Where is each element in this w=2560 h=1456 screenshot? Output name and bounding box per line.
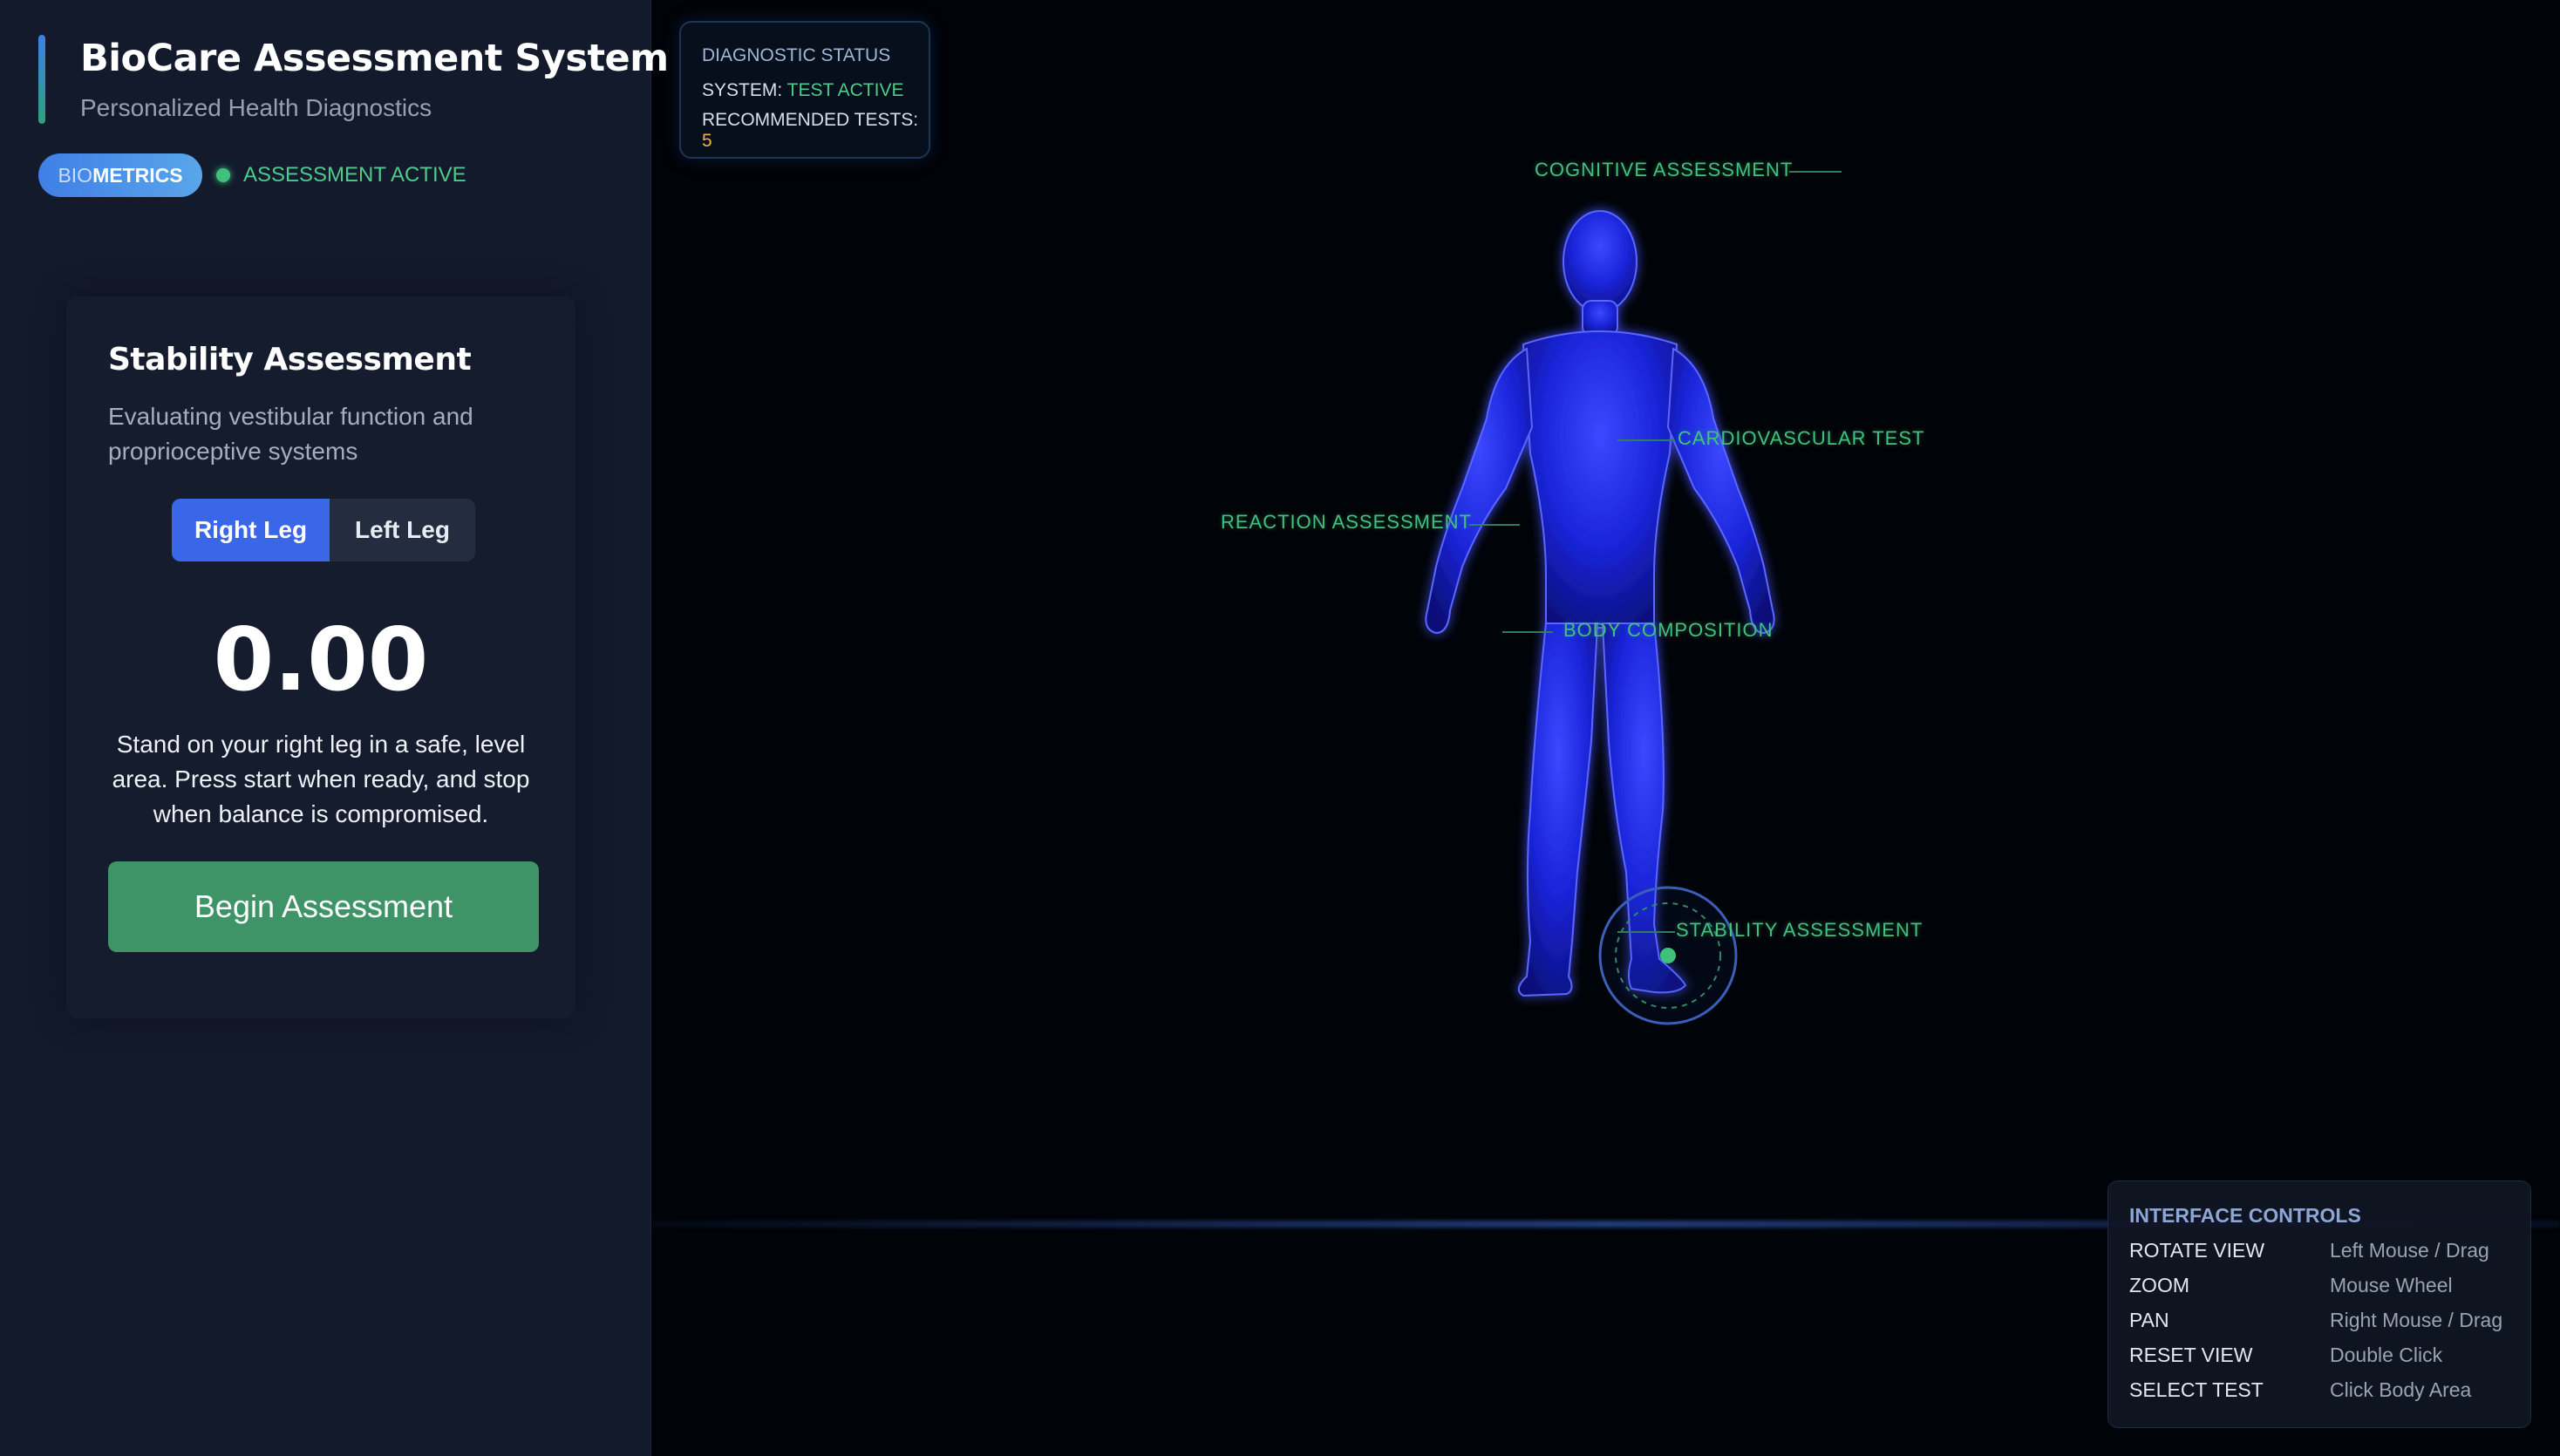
card-title: Stability Assessment bbox=[108, 342, 472, 378]
control-action: PAN bbox=[2129, 1309, 2169, 1331]
badge-main: METRICS bbox=[92, 163, 183, 187]
timer-display: 0.00 bbox=[213, 609, 429, 711]
annotation-line-cognitive bbox=[1789, 171, 1842, 173]
app-title: BioCare Assessment System bbox=[80, 37, 669, 80]
annotation-reaction[interactable]: REACTION ASSESSMENT bbox=[1221, 511, 1472, 534]
annotation-line-cardio bbox=[1617, 439, 1675, 441]
annotation-line-body bbox=[1502, 631, 1553, 633]
control-action: ROTATE VIEW bbox=[2129, 1239, 2265, 1262]
biometrics-badge[interactable]: BIO METRICS bbox=[38, 153, 202, 197]
3d-viewport[interactable]: DIAGNOSTIC STATUS SYSTEM: TEST ACTIVE RE… bbox=[651, 0, 2560, 1456]
sidebar: BioCare Assessment System Personalized H… bbox=[0, 0, 669, 1456]
status-dot-icon bbox=[216, 168, 230, 182]
torso bbox=[1522, 330, 1678, 629]
annotation-cardio[interactable]: CARDIOVASCULAR TEST bbox=[1678, 427, 1924, 450]
left-leg-button[interactable]: Left Leg bbox=[330, 499, 475, 561]
left-leg bbox=[1517, 623, 1599, 997]
control-action: ZOOM bbox=[2129, 1274, 2189, 1296]
annotation-stability[interactable]: STABILITY ASSESSMENT bbox=[1676, 919, 1923, 942]
controls-title: INTERFACE CONTROLS bbox=[2129, 1204, 2361, 1227]
right-arm bbox=[1666, 347, 1775, 635]
stability-marker-dot bbox=[1660, 948, 1676, 963]
interface-controls-panel: INTERFACE CONTROLS ROTATE VIEW Left Mous… bbox=[2107, 1180, 2531, 1428]
assessment-status: ASSESSMENT ACTIVE bbox=[243, 163, 466, 187]
control-action: SELECT TEST bbox=[2129, 1378, 2264, 1401]
right-leg-button[interactable]: Right Leg bbox=[172, 499, 330, 561]
assessment-card: Stability Assessment Evaluating vestibul… bbox=[66, 296, 575, 1018]
control-input: Click Body Area bbox=[2330, 1378, 2472, 1401]
control-input: Double Click bbox=[2330, 1344, 2443, 1366]
brand-accent-bar bbox=[38, 35, 45, 124]
leg-selector: Right Leg Left Leg bbox=[172, 499, 475, 561]
annotation-line-stability bbox=[1617, 931, 1675, 933]
left-arm bbox=[1425, 347, 1534, 635]
app-subtitle: Personalized Health Diagnostics bbox=[80, 94, 432, 121]
annotation-line-reaction bbox=[1469, 524, 1520, 526]
head bbox=[1563, 210, 1637, 313]
control-input: Right Mouse / Drag bbox=[2330, 1309, 2503, 1331]
annotation-cognitive[interactable]: COGNITIVE ASSESSMENT bbox=[1535, 159, 1793, 181]
annotation-body[interactable]: BODY COMPOSITION bbox=[1563, 619, 1774, 642]
instructions-text: Stand on your right leg in a safe, level… bbox=[112, 731, 530, 827]
control-input: Left Mouse / Drag bbox=[2330, 1239, 2489, 1262]
control-input: Mouse Wheel bbox=[2330, 1274, 2453, 1296]
begin-assessment-button[interactable]: Begin Assessment bbox=[108, 861, 539, 952]
control-action: RESET VIEW bbox=[2129, 1344, 2253, 1366]
card-description: Evaluating vestibular function and propr… bbox=[108, 403, 473, 465]
badge-prefix: BIO bbox=[58, 163, 93, 187]
